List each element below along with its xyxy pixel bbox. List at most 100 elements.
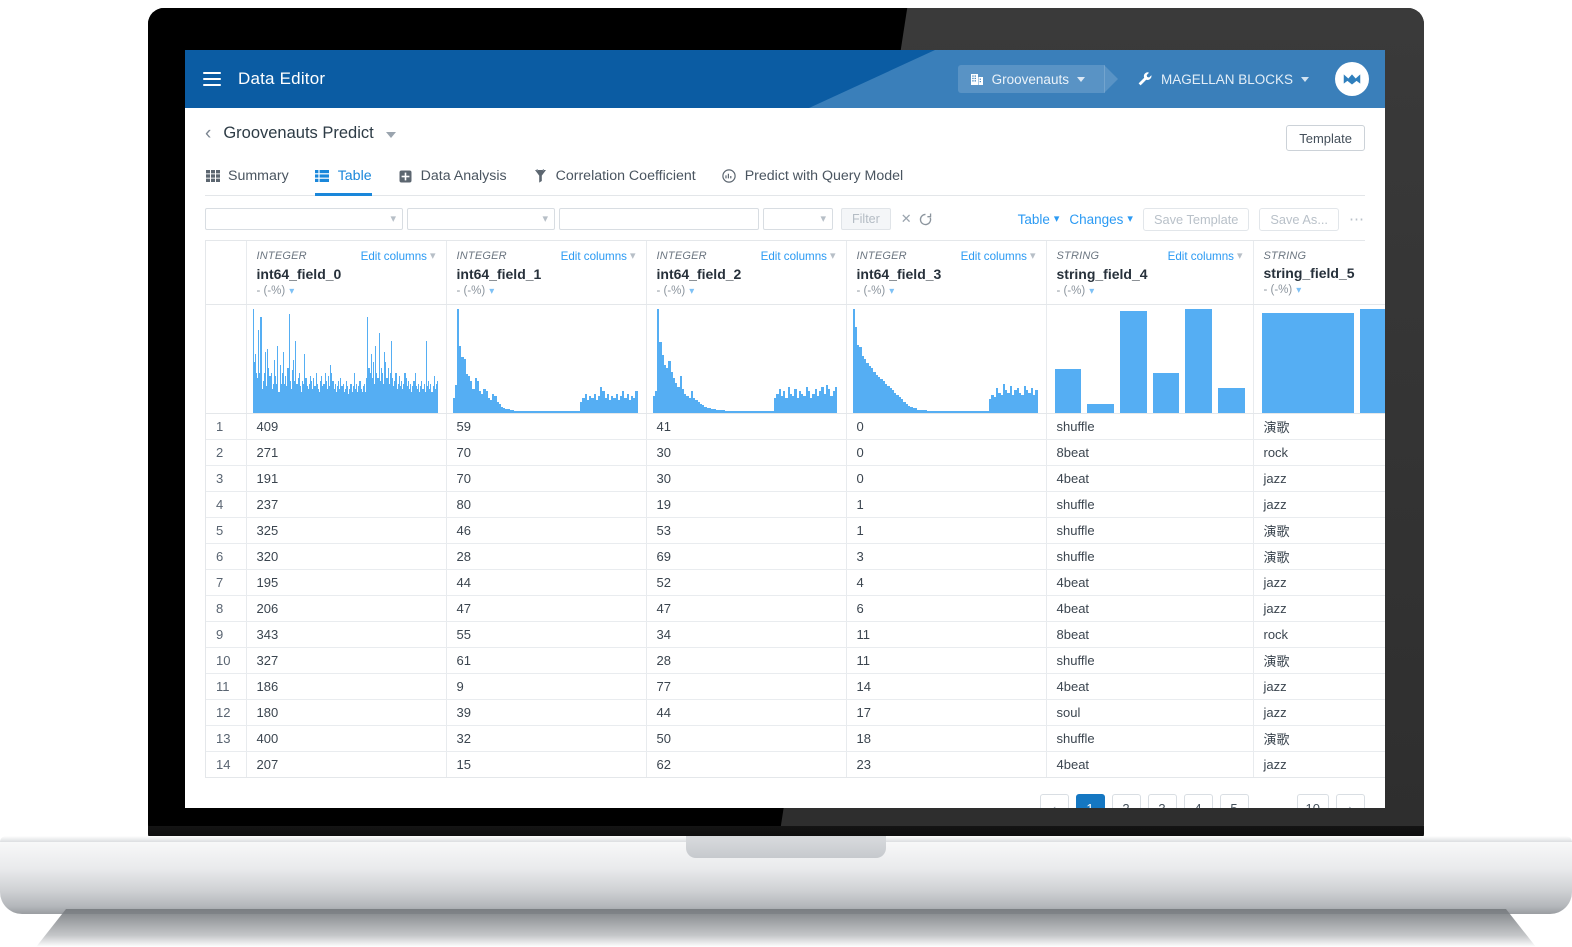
table-cell: jazz [1253, 751, 1385, 778]
chevron-left-icon[interactable]: ‹ [205, 124, 211, 143]
table-cell: 44 [646, 699, 847, 726]
column-stat[interactable]: - (-%) ▾ [1264, 284, 1386, 296]
edit-columns-link[interactable]: Edit columns ▾ [1168, 250, 1243, 263]
filter-column-select[interactable]: ▾ [205, 208, 403, 230]
table-row[interactable]: 5 325 46 53 1 shuffle 演歌 [206, 517, 1385, 544]
table-row[interactable]: 2 271 70 30 0 8beat rock [206, 439, 1385, 466]
pagination-page-5[interactable]: 5 [1219, 794, 1249, 808]
filter-apply-button[interactable]: Filter [841, 208, 891, 230]
column-header-string-field-4[interactable]: STRING Edit columns ▾ string_field_4 - (-… [1046, 241, 1254, 305]
chevron-down-icon [1301, 76, 1309, 82]
column-name: string_field_4 [1056, 266, 1148, 282]
table-row[interactable]: 10 327 61 28 11 shuffle 演歌 [206, 647, 1385, 674]
histogram-bar [1217, 388, 1245, 413]
grid-icon [205, 169, 220, 184]
row-index-cell: 13 [206, 725, 247, 752]
refresh-icon[interactable] [918, 212, 933, 227]
table-row[interactable]: 3 191 70 30 0 4beat jazz [206, 465, 1385, 492]
pagination-last-page[interactable]: 10 [1296, 794, 1329, 808]
table-menu-button[interactable]: Table ▾ [1018, 212, 1060, 227]
tab-summary[interactable]: Summary [205, 168, 289, 196]
pagination-page-3[interactable]: 3 [1147, 794, 1177, 808]
histogram-bar [834, 387, 837, 413]
chevron-down-icon [1076, 76, 1085, 82]
column-stat[interactable]: - (-%) ▾ [657, 285, 836, 297]
filter-value-input[interactable] [559, 208, 759, 230]
edit-columns-link[interactable]: Edit columns ▾ [761, 250, 836, 263]
org-switcher-chip[interactable]: Groovenauts [957, 65, 1119, 93]
tab-bar: Summary Table Data Analysis Correlation … [205, 125, 1365, 196]
column-header-string-field-5[interactable]: STRING string_field_5 - (-%) ▾ [1253, 241, 1385, 305]
table-cell: 28 [446, 543, 647, 570]
close-icon[interactable]: ✕ [901, 211, 912, 227]
table-cell: 演歌 [1253, 413, 1385, 440]
row-index-cell: 5 [206, 517, 247, 544]
laptop-screen: Data Editor Groovenauts MAGELLAN BLOCKS … [185, 50, 1385, 808]
row-index-cell: 4 [206, 491, 247, 518]
column-type: INTEGER [456, 250, 507, 262]
table-row[interactable]: 13 400 32 50 18 shuffle 演歌 [206, 725, 1385, 752]
filter-operator-select[interactable]: ▾ [407, 208, 555, 230]
table-cell: 59 [446, 413, 647, 440]
table-row[interactable]: 14 207 15 62 23 4beat jazz [206, 751, 1385, 778]
filter-logic-select[interactable]: ▾ [763, 208, 833, 230]
pagination-page-1[interactable]: 1 [1075, 794, 1105, 808]
column-name: int64_field_2 [656, 266, 742, 282]
changes-menu-button[interactable]: Changes ▾ [1069, 212, 1133, 227]
table-cell: 3 [846, 543, 1047, 570]
table-row[interactable]: 1 409 59 41 0 shuffle 演歌 [206, 413, 1385, 440]
tab-correlation-coefficient[interactable]: Correlation Coefficient [533, 168, 696, 196]
table-row[interactable]: 12 180 39 44 17 soul jazz [206, 699, 1385, 726]
table-cell: 8beat [1046, 621, 1254, 648]
column-stat[interactable]: - (-%) ▾ [857, 285, 1036, 297]
table-row[interactable]: 11 186 9 77 14 4beat jazz [206, 673, 1385, 700]
column-header-int64-field-1[interactable]: INTEGER Edit columns ▾ int64_field_1 - (-… [446, 241, 647, 305]
product-switcher-chip[interactable]: MAGELLAN BLOCKS [1125, 65, 1321, 93]
column-stat[interactable]: - (-%) ▾ [1057, 285, 1243, 297]
save-template-button[interactable]: Save Template [1142, 207, 1250, 231]
edit-columns-link[interactable]: Edit columns ▾ [561, 250, 636, 263]
table-icon [315, 169, 330, 184]
column-header-int64-field-3[interactable]: INTEGER Edit columns ▾ int64_field_3 - (-… [846, 241, 1047, 305]
column-stat[interactable]: - (-%) ▾ [457, 285, 636, 297]
tab-predict-with-query-model[interactable]: Predict with Query Model [722, 168, 903, 196]
table-cell: 207 [246, 751, 447, 778]
screenshot-stage: Data Editor Groovenauts MAGELLAN BLOCKS … [0, 0, 1572, 947]
histogram-bar [635, 391, 638, 413]
hamburger-icon[interactable] [203, 72, 221, 86]
avatar[interactable] [1335, 62, 1369, 96]
ellipsis-icon[interactable]: ⋯ [1349, 210, 1365, 228]
table-cell: 70 [446, 465, 647, 492]
column-header-int64-field-0[interactable]: INTEGER Edit columns ▾ int64_field_0 - (-… [246, 241, 447, 305]
plus-square-icon [398, 169, 413, 184]
save-as-button[interactable]: Save As... [1259, 207, 1339, 231]
table-cell: 47 [646, 595, 847, 622]
table-cell: 4beat [1046, 595, 1254, 622]
chevron-down-icon: ▾ [820, 212, 826, 225]
template-button[interactable]: Template [1286, 125, 1365, 151]
pagination-page-4[interactable]: 4 [1183, 794, 1213, 808]
table-row[interactable]: 7 195 44 52 4 4beat jazz [206, 569, 1385, 596]
row-index-header [206, 241, 247, 305]
edit-columns-link[interactable]: Edit columns ▾ [961, 250, 1036, 263]
table-row[interactable]: 4 237 80 19 1 shuffle jazz [206, 491, 1385, 518]
table-row[interactable]: 8 206 47 47 6 4beat jazz [206, 595, 1385, 622]
table-cell: 6 [846, 595, 1047, 622]
tab-table[interactable]: Table [314, 168, 372, 196]
table-cell: 52 [646, 569, 847, 596]
chevron-down-icon[interactable] [385, 132, 396, 138]
pagination-next[interactable]: › [1336, 794, 1365, 808]
column-stat[interactable]: - (-%) ▾ [257, 285, 436, 297]
laptop-base-notch [686, 836, 886, 858]
edit-columns-link[interactable]: Edit columns ▾ [361, 250, 436, 263]
column-header-int64-field-2[interactable]: INTEGER Edit columns ▾ int64_field_2 - (-… [646, 241, 847, 305]
chevron-down-icon: ▾ [429, 250, 436, 262]
pagination-page-2[interactable]: 2 [1111, 794, 1141, 808]
column-type: INTEGER [656, 250, 707, 262]
histogram-bar [1261, 313, 1354, 413]
table-row[interactable]: 6 320 28 69 3 shuffle 演歌 [206, 543, 1385, 570]
table-row[interactable]: 9 343 55 34 11 8beat rock [206, 621, 1385, 648]
table-cell: 44 [446, 569, 647, 596]
pagination-prev[interactable]: ‹ [1039, 794, 1069, 808]
tab-data-analysis[interactable]: Data Analysis [398, 168, 507, 196]
